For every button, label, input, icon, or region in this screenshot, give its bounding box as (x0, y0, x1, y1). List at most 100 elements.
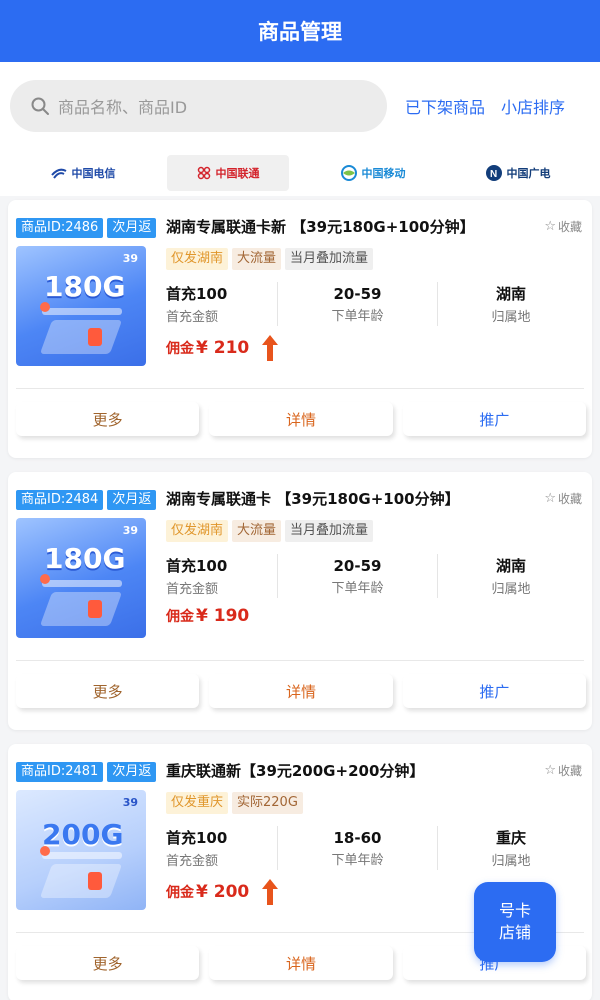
thumbnail-location-icon (40, 574, 50, 584)
commission-up-arrow-icon (262, 335, 279, 361)
product-id-badge: 商品ID:2481 (16, 762, 104, 782)
shop-sort-link[interactable]: 小店排序 (501, 94, 565, 118)
search-row: 商品名称、商品ID 已下架商品 小店排序 (0, 62, 600, 150)
product-card[interactable]: 商品ID:2486 次月返 39 180G 湖南专属联通卡新 【39元180G+… (8, 200, 592, 458)
carrier-tab-broadcast[interactable]: N 中国广电 (457, 155, 579, 191)
thumbnail-phone-icon (88, 328, 102, 346)
search-input[interactable]: 商品名称、商品ID (10, 80, 387, 132)
product-list: 商品ID:2486 次月返 39 180G 湖南专属联通卡新 【39元180G+… (0, 196, 600, 1000)
return-badge: 次月返 (107, 218, 157, 238)
stat-label: 下单年龄 (331, 580, 384, 596)
product-tags: 仅发湖南 大流量 当月叠加流量 (166, 248, 374, 270)
china-telecom-logo-icon (50, 168, 66, 179)
page-title: 商品管理 (258, 20, 342, 44)
commission-amount: ¥ 190 (196, 606, 250, 626)
favorite-label: 收藏 (557, 492, 582, 506)
stat-value: 首充100 (166, 557, 228, 575)
thumbnail-location-icon (40, 846, 50, 856)
detail-button[interactable]: 详情 (209, 674, 393, 708)
product-title[interactable]: 湖南专属联通卡 【39元180G+100分钟】 (166, 488, 460, 509)
stat-value: 20-59 (333, 556, 382, 575)
promote-button[interactable]: 推广 (402, 402, 586, 436)
stat-region: 湖南 归属地 (438, 282, 584, 326)
stat-order-age: 20-59 下单年龄 (278, 554, 438, 598)
stat-value: 湖南 (495, 285, 526, 303)
stat-label: 归属地 (491, 582, 531, 597)
card-body: 商品ID:2484 次月返 39 180G 湖南专属联通卡 【39元180G+1… (8, 472, 592, 654)
product-tags: 仅发湖南 大流量 当月叠加流量 (166, 520, 374, 542)
star-icon: ☆ (544, 219, 556, 234)
carrier-label: 中国联通 (215, 167, 260, 180)
thumbnail-strip (42, 852, 122, 859)
stat-value: 湖南 (495, 557, 526, 575)
thumbnail-location-icon (40, 302, 50, 312)
product-tag: 大流量 (232, 248, 282, 270)
stat-first-recharge: 首充100 首充金额 (166, 826, 278, 870)
product-tag: 当月叠加流量 (285, 520, 374, 542)
commission-up-arrow-icon (262, 879, 279, 905)
stat-order-age: 18-60 下单年龄 (278, 826, 438, 870)
stat-label: 下单年龄 (331, 308, 384, 324)
stat-label: 首充金额 (166, 582, 219, 597)
stat-region: 湖南 归属地 (438, 554, 584, 598)
more-button[interactable]: 更多 (16, 402, 200, 436)
product-title[interactable]: 湖南专属联通卡新 【39元180G+100分钟】 (166, 216, 475, 237)
float-button-line2: 店铺 (498, 923, 531, 942)
card-divider (16, 660, 584, 661)
carrier-tab-mobile[interactable]: 中国移动 (312, 155, 434, 191)
stat-label: 首充金额 (166, 854, 219, 869)
stat-label: 下单年龄 (331, 852, 384, 868)
stat-first-recharge: 首充100 首充金额 (166, 282, 278, 326)
stat-value: 重庆 (495, 829, 526, 847)
favorite-button[interactable]: ☆ 收藏 (544, 762, 582, 779)
thumbnail-data-amount: 200G (42, 818, 124, 851)
china-mobile-logo-icon (340, 165, 357, 181)
stat-value: 18-60 (333, 828, 382, 847)
stat-first-recharge: 首充100 首充金额 (166, 554, 278, 598)
product-id-badge: 商品ID:2486 (16, 218, 104, 238)
thumbnail-data-amount: 180G (44, 270, 126, 303)
product-stats: 首充100 首充金额 18-60 下单年龄 重庆 归属地 (166, 826, 584, 870)
thumbnail-price: 39 (122, 252, 138, 265)
china-broadcast-logo-icon: N (485, 165, 502, 181)
stat-region: 重庆 归属地 (438, 826, 584, 870)
svg-text:N: N (490, 169, 497, 180)
product-stats: 首充100 首充金额 20-59 下单年龄 湖南 归属地 (166, 282, 584, 326)
app-header: 商品管理 (0, 0, 600, 62)
card-body: 商品ID:2486 次月返 39 180G 湖南专属联通卡新 【39元180G+… (8, 200, 592, 382)
thumbnail-data-amount: 180G (44, 542, 126, 575)
carrier-label: 中国电信 (71, 167, 116, 180)
detail-button[interactable]: 详情 (209, 946, 393, 980)
thumbnail-strip (42, 308, 122, 315)
favorite-button[interactable]: ☆ 收藏 (544, 218, 582, 235)
thumbnail-device (39, 592, 123, 626)
float-button-line1: 号卡 (498, 901, 531, 921)
stat-label: 归属地 (491, 310, 531, 325)
carrier-tab-telecom[interactable]: 中国电信 (22, 155, 144, 191)
product-tag: 当月叠加流量 (285, 248, 374, 270)
thumbnail-phone-icon (88, 600, 102, 618)
delisted-products-link[interactable]: 已下架商品 (405, 94, 485, 118)
stat-value: 首充100 (166, 829, 228, 847)
more-button[interactable]: 更多 (16, 946, 200, 980)
promote-button[interactable]: 推广 (402, 674, 586, 708)
commission: 佣金 ¥ 190 (166, 606, 249, 626)
card-actions: 更多 详情 推广 (16, 674, 586, 710)
carrier-label: 中国移动 (361, 167, 406, 180)
commission-label: 佣金 (166, 341, 194, 357)
product-card[interactable]: 商品ID:2484 次月返 39 180G 湖南专属联通卡 【39元180G+1… (8, 472, 592, 730)
card-divider (16, 388, 584, 389)
carrier-tab-unicom[interactable]: 中国联通 (166, 155, 289, 191)
carrier-tabs: 中国电信 中国联通 中国移动 N 中国广电 (0, 150, 600, 196)
detail-button[interactable]: 详情 (209, 402, 393, 436)
favorite-button[interactable]: ☆ 收藏 (544, 490, 582, 507)
stat-order-age: 20-59 下单年龄 (278, 282, 438, 326)
commission-amount: ¥ 210 (196, 338, 250, 358)
commission: 佣金 ¥ 200 (166, 878, 279, 906)
product-stats: 首充100 首充金额 20-59 下单年龄 湖南 归属地 (166, 554, 584, 598)
product-title[interactable]: 重庆联通新【39元200G+200分钟】 (166, 760, 424, 781)
stat-value: 20-59 (333, 284, 382, 303)
card-shop-float-button[interactable]: 号卡 店铺 (474, 882, 556, 962)
product-thumbnail: 39 200G (16, 790, 146, 910)
more-button[interactable]: 更多 (16, 674, 200, 708)
